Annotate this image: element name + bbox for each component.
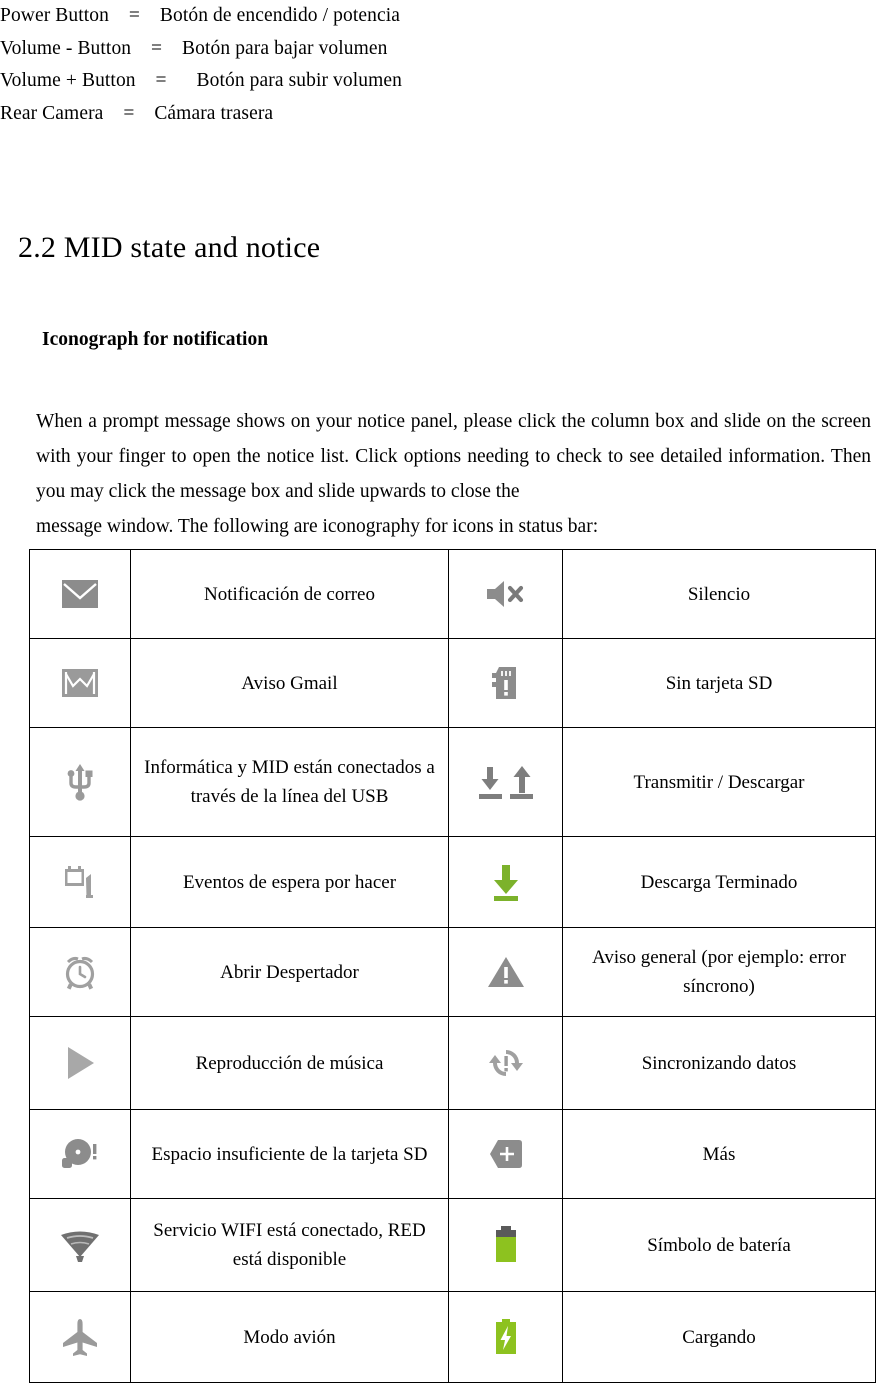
- table-row: Servicio WIFI está conectado, RED está d…: [29, 1198, 876, 1292]
- text-cell: Abrir Despertador: [130, 927, 449, 1017]
- text-cell: Descarga Terminado: [562, 836, 876, 928]
- gmail-envelope-icon: [60, 667, 100, 699]
- icon-cell: [29, 836, 131, 928]
- icon-cell: [448, 1109, 563, 1199]
- text-cell: Aviso general (por ejemplo: error síncro…: [562, 927, 876, 1017]
- text-cell: Espacio insuficiente de la tarjeta SD: [130, 1109, 449, 1199]
- text-cell: Modo avión: [130, 1291, 449, 1383]
- subsection-heading: Iconograph for notification: [42, 329, 269, 350]
- music-play-icon: [60, 1043, 100, 1083]
- icon-description: Sincronizando datos: [641, 1052, 797, 1074]
- sd-card-low-space-icon: [58, 1135, 102, 1173]
- icon-cell: [448, 638, 563, 728]
- text-cell: Silencio: [562, 549, 876, 639]
- table-row: Modo avión Cargando: [29, 1291, 876, 1383]
- table-row: Espacio insuficiente de la tarjeta SD Má…: [29, 1109, 876, 1199]
- table-row: Eventos de espera por hacer Descarga Ter…: [29, 836, 876, 928]
- text-cell: Informática y MID están conectados a tra…: [130, 727, 449, 837]
- table-row: Abrir Despertador Aviso general (por eje…: [29, 927, 876, 1017]
- key-legend-line: Power Button = Botón de encendido / pote…: [0, 5, 400, 26]
- text-cell: Transmitir / Descargar: [562, 727, 876, 837]
- text-cell: Sincronizando datos: [562, 1016, 876, 1110]
- battery-charging-icon: [492, 1317, 520, 1357]
- icon-description: Símbolo de batería: [647, 1234, 791, 1256]
- icon-cell: [448, 549, 563, 639]
- table-row: Informática y MID están conectados a tra…: [29, 727, 876, 837]
- body-paragraph-last-line: message window. The following are iconog…: [36, 516, 599, 537]
- icon-cell: [29, 638, 131, 728]
- icon-description: Abrir Despertador: [220, 961, 359, 983]
- icon-cell: [448, 1198, 563, 1292]
- body-paragraph-text: When a prompt message shows on your noti…: [36, 411, 871, 502]
- icon-description: Informática y MID están conectados a tra…: [144, 757, 435, 807]
- mute-speaker-icon: [483, 578, 529, 610]
- icon-cell: [29, 1291, 131, 1383]
- table-row: Reproducción de música Sincronizando dat…: [29, 1016, 876, 1110]
- icon-description: Más: [702, 1143, 736, 1165]
- status-icon-table: Notificación de correo Silencio Aviso Gm…: [29, 549, 876, 1383]
- text-cell: Símbolo de batería: [562, 1198, 876, 1292]
- icon-description: Reproducción de música: [195, 1052, 384, 1074]
- key-legend-line: Rear Camera = Cámara trasera: [0, 102, 274, 124]
- icon-description: Cargando: [682, 1326, 756, 1348]
- icon-cell: [29, 1198, 131, 1292]
- table-row: Aviso Gmail Sin tarjeta SD: [29, 638, 876, 728]
- icon-description: Notificación de correo: [204, 583, 375, 605]
- icon-cell: [29, 1109, 131, 1199]
- usb-icon: [63, 762, 97, 802]
- icon-cell: [29, 549, 131, 639]
- more-plus-icon: [488, 1137, 524, 1171]
- table-row: Notificación de correo Silencio: [29, 549, 876, 639]
- download-complete-icon: [488, 862, 524, 902]
- icon-description: Espacio insuficiente de la tarjeta SD: [151, 1143, 428, 1165]
- text-cell: Notificación de correo: [130, 549, 449, 639]
- no-sd-card-icon: [490, 665, 522, 701]
- document-page: Power Button = Botón de encendido / pote…: [0, 0, 877, 1383]
- text-cell: Sin tarjeta SD: [562, 638, 876, 728]
- wifi-connected-icon: [58, 1226, 102, 1264]
- text-cell: Eventos de espera por hacer: [130, 836, 449, 928]
- icon-description: Aviso Gmail: [241, 672, 338, 694]
- icon-description: Transmitir / Descargar: [633, 771, 805, 793]
- icon-description: Silencio: [687, 583, 751, 605]
- text-cell: Servicio WIFI está conectado, RED está d…: [130, 1198, 449, 1292]
- icon-description: Eventos de espera por hacer: [182, 871, 397, 893]
- icon-description: Aviso general (por ejemplo: error síncro…: [592, 947, 846, 997]
- icon-cell: [448, 927, 563, 1017]
- section-heading: 2.2 MID state and notice: [18, 231, 321, 264]
- upload-download-icon: [478, 763, 534, 801]
- key-legend-line: Volume + Button = Botón para subir volum…: [0, 70, 402, 91]
- text-cell: Cargando: [562, 1291, 876, 1383]
- icon-cell: [29, 727, 131, 837]
- icon-cell: [448, 1016, 563, 1110]
- key-legend-line: Volume - Button = Botón para bajar volum…: [0, 37, 388, 59]
- icon-description: Servicio WIFI está conectado, RED está d…: [153, 1220, 426, 1270]
- icon-cell: [448, 836, 563, 928]
- body-paragraph: When a prompt message shows on your noti…: [36, 404, 871, 544]
- icon-cell: [29, 927, 131, 1017]
- airplane-mode-icon: [60, 1317, 100, 1357]
- icon-description: Descarga Terminado: [640, 871, 798, 893]
- pending-event-icon: [60, 862, 100, 902]
- icon-description: Modo avión: [243, 1326, 336, 1348]
- alarm-clock-icon: [61, 953, 99, 991]
- email-envelope-icon: [60, 578, 100, 610]
- warning-triangle-icon: [486, 954, 526, 990]
- text-cell: Aviso Gmail: [130, 638, 449, 728]
- icon-cell: [448, 727, 563, 837]
- battery-icon: [492, 1225, 520, 1265]
- text-cell: Más: [562, 1109, 876, 1199]
- icon-description: Sin tarjeta SD: [665, 672, 773, 694]
- key-legend-list: Power Button = Botón de encendido / pote…: [0, 0, 860, 130]
- icon-cell: [29, 1016, 131, 1110]
- icon-cell: [448, 1291, 563, 1383]
- text-cell: Reproducción de música: [130, 1016, 449, 1110]
- sync-data-icon: [486, 1044, 526, 1082]
